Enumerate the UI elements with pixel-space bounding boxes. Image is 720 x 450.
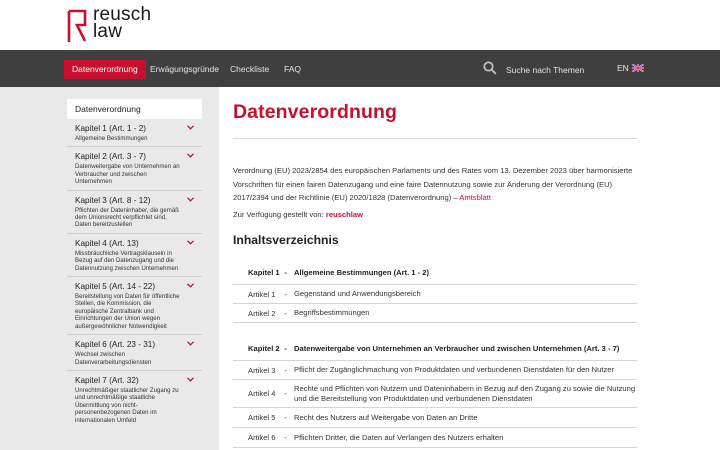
nav-item-faq[interactable]: FAQ (276, 60, 309, 79)
sidebar-item-kapitel-7[interactable]: Kapitel 7 (Art. 32) Unrechtmäßiger staat… (67, 371, 202, 428)
brand-logo[interactable]: reusch law (66, 5, 151, 44)
toc-row-artikel-5[interactable]: Artikel 5 - Recht des Nutzers auf Weiter… (233, 408, 637, 428)
toc-text: Recht des Nutzers auf Weitergabe von Dat… (294, 412, 478, 422)
sidebar-item-kapitel-6[interactable]: Kapitel 6 (Art. 23 - 31) Wechsel zwische… (67, 335, 202, 371)
toc-text: Gegenstand und Anwendungsbereich (294, 289, 421, 299)
search-input[interactable]: Suche nach Themen (506, 65, 584, 75)
toc-number: Artikel 6 (248, 433, 276, 442)
sidebar-item-title: Kapitel 7 (Art. 32) (75, 375, 139, 385)
chevron-down-icon[interactable] (187, 196, 194, 202)
toc-text: Rechte und Pflichten von Nutzern und Dat… (294, 384, 636, 403)
toc-row-artikel-1[interactable]: Artikel 1 - Gegenstand und Anwendungsber… (233, 285, 637, 304)
main-content: Datenverordnung Verordnung (EU) 2023/285… (219, 87, 720, 450)
toc-number: Artikel 1 (248, 289, 276, 299)
sidebar-item-title: Kapitel 6 (Art. 23 - 31) (75, 340, 156, 350)
sidebar-item-title: Kapitel 4 (Art. 13) (75, 238, 139, 248)
toc-number: Kapitel 2 (248, 344, 280, 353)
toc-row-artikel-3[interactable]: Artikel 3 - Pflicht der Zugänglichmachun… (233, 361, 637, 380)
title-divider (233, 138, 637, 139)
toc-text: Allgemeine Bestimmungen (Art. 1 - 2) (294, 267, 430, 277)
toc-row-artikel-4[interactable]: Artikel 4 - Rechte und Pflichten von Nut… (233, 380, 637, 408)
sidebar-item-desc: Unrechtmäßiger staatlicher Zugang zu und… (75, 386, 179, 424)
toc-separator: - (284, 365, 287, 375)
uk-flag-icon (631, 64, 644, 72)
toc-row-kapitel-2[interactable]: Kapitel 2 - Datenweitergabe von Unterneh… (233, 337, 637, 361)
intro-text: Verordnung (EU) 2023/2854 des europäisch… (233, 166, 633, 202)
provided-by: Zur Verfügung gestellt von: reuschlaw (233, 210, 363, 219)
toc-separator: - (284, 413, 287, 422)
sidebar-item-kapitel-1[interactable]: Kapitel 1 (Art. 1 - 2) Allgemeine Bestim… (67, 119, 202, 148)
chevron-down-icon[interactable] (187, 125, 194, 130)
nav-item-datenverordnung[interactable]: Datenverordnung (64, 60, 146, 79)
nav-item-erwaegungsgruende[interactable]: Erwägungsgründe (142, 60, 227, 79)
provided-by-label: Zur Verfügung gestellt von: (233, 210, 324, 219)
toc-number: Artikel 2 (248, 308, 276, 318)
chevron-down-icon[interactable] (187, 153, 194, 159)
toc-separator: - (284, 308, 287, 318)
amtsblatt-link[interactable]: Amtsblatt (459, 193, 491, 202)
chevron-down-icon[interactable] (187, 377, 194, 382)
toc-separator: - (284, 289, 287, 299)
sidebar-item-kapitel-5[interactable]: Kapitel 5 (Art. 14 - 22) Bereitstellung … (67, 277, 202, 336)
toc-text: Datenweitergabe von Unternehmen an Verbr… (294, 343, 620, 353)
toc-separator: - (284, 433, 287, 442)
sidebar-item-desc: Allgemeine Bestimmungen (75, 135, 148, 142)
sidebar-item-kapitel-4[interactable]: Kapitel 4 (Art. 13) Missbräuchliche Vert… (67, 234, 202, 278)
toc-heading: Inhaltsverzeichnis (233, 233, 339, 247)
toc-text: Begriffsbestimmungen (294, 308, 370, 318)
sidebar-item-desc: Missbräuchliche Vertragsklauseln in Bezu… (75, 249, 179, 272)
sidebar-item-desc: Pflichten der Dateninhaber, die gemäß de… (75, 206, 179, 229)
reuschlaw-logo-icon (67, 9, 87, 42)
sidebar-item-desc: Datenweitergabe von Unternehmen an Verbr… (75, 163, 180, 186)
language-switch[interactable]: EN (617, 63, 644, 73)
search-icon[interactable] (483, 61, 497, 75)
language-label: EN (617, 63, 629, 73)
chapter-sidebar: Datenverordnung Kapitel 1 (Art. 1 - 2) A… (67, 99, 202, 428)
toc-text: Pflicht der Zugänglichmachung von Produk… (294, 365, 614, 375)
chevron-down-icon[interactable] (187, 240, 194, 245)
sidebar-item-desc: Bereitstellung von Daten für öffentliche… (75, 293, 180, 330)
sidebar-item-kapitel-3[interactable]: Kapitel 3 (Art. 8 - 12) Pflichten der Da… (67, 191, 202, 234)
toc-number: Kapitel 1 (248, 268, 280, 277)
sidebar-item-desc: Wechsel zwischen Datenverarbeitungsdiens… (75, 351, 152, 366)
toc-number: Artikel 5 (248, 413, 276, 422)
main-nav: Datenverordnung Erwägungsgründe Checklis… (0, 50, 720, 87)
site-header: reusch law (0, 0, 720, 50)
regulation-intro: Verordnung (EU) 2023/2854 des europäisch… (233, 164, 637, 205)
toc-number: Artikel 3 (248, 365, 276, 375)
toc-separator: - (284, 344, 287, 353)
reuschlaw-link[interactable]: reuschlaw (326, 210, 363, 219)
page-title: Datenverordnung (233, 101, 398, 123)
chevron-down-icon[interactable] (187, 283, 194, 288)
brand-line2: law (93, 21, 123, 42)
sidebar-item-title: Kapitel 2 (Art. 3 - 7) (75, 152, 146, 162)
toc-row-artikel-6[interactable]: Artikel 6 - Pflichten Dritter, die Daten… (233, 428, 637, 448)
toc-separator: - (284, 389, 287, 398)
sidebar-item-title: Kapitel 5 (Art. 14 - 22) (75, 282, 156, 292)
toc-number: Artikel 4 (248, 389, 276, 398)
nav-item-checkliste[interactable]: Checkliste (222, 60, 277, 79)
sidebar-item-datenverordnung[interactable]: Datenverordnung (67, 99, 202, 119)
brand-name: reusch law (93, 5, 151, 42)
sidebar-item-kapitel-2[interactable]: Kapitel 2 (Art. 3 - 7) Datenweitergabe v… (67, 147, 202, 191)
sidebar-item-title: Kapitel 1 (Art. 1 - 2) (75, 124, 146, 133)
chevron-down-icon[interactable] (187, 341, 194, 346)
toc-text: Pflichten Dritter, die Daten auf Verlang… (294, 432, 504, 442)
toc-row-kapitel-1[interactable]: Kapitel 1 - Allgemeine Bestimmungen (Art… (233, 261, 637, 285)
toc-row-artikel-2[interactable]: Artikel 2 - Begriffsbestimmungen (233, 304, 637, 323)
toc-separator: - (284, 268, 287, 277)
sidebar-item-title: Kapitel 3 (Art. 8 - 12) (75, 195, 151, 205)
